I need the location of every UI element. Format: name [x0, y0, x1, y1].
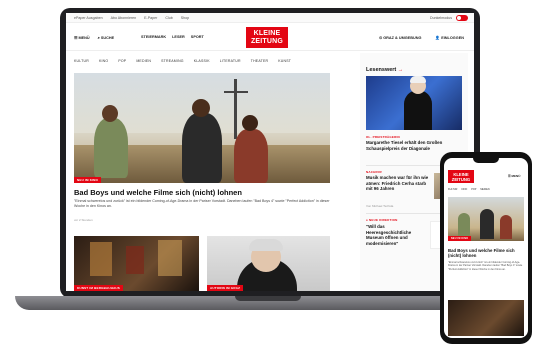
- nav-item-steiermark[interactable]: STEIERMARK: [141, 35, 166, 39]
- hero-tag: NEU IM KINO: [74, 177, 102, 183]
- hero-teaser: "Einmal schwerelos und zurück" ist ein b…: [74, 199, 330, 208]
- laptop-notch: [235, 296, 301, 301]
- hero-image-head: [192, 99, 210, 117]
- util-link[interactable]: E-Paper: [144, 16, 157, 20]
- card-image-painting: [126, 246, 144, 274]
- arrow-right-icon: →: [397, 67, 404, 73]
- sidebar-byline: Von Michael Tschida: [366, 204, 394, 208]
- phone-screen: KLEINE ZEITUNG ☰ MENÜ KULTUR KINO POP ME…: [444, 158, 528, 338]
- site-logo[interactable]: KLEINE ZEITUNG: [246, 27, 288, 48]
- card-image-painting: [90, 242, 112, 276]
- category-tab[interactable]: KINO: [99, 59, 108, 63]
- category-nav: KULTUR KINO POP MEDIEN STREAMING KLASSIK…: [74, 59, 291, 63]
- category-tab[interactable]: POP: [118, 59, 126, 63]
- hero-image-person: [500, 215, 512, 239]
- hero-timestamp: vor 2 Stunden: [74, 218, 93, 222]
- phone-hero-teaser: "Einmal schwerelos und zurück" ist ein b…: [448, 261, 523, 271]
- category-tab[interactable]: LITERATUR: [220, 59, 241, 63]
- phone-site-logo[interactable]: KLEINE ZEITUNG: [448, 170, 474, 183]
- hero-title[interactable]: Bad Boys und welche Filme sich (nicht) l…: [74, 188, 242, 197]
- hero-image-person: [182, 113, 222, 183]
- device-mockup: ePaper Ausgaben Abo Abonnieren E-Paper C…: [0, 0, 536, 345]
- nav-item-sport[interactable]: SPORT: [191, 35, 204, 39]
- hero-image[interactable]: NEU IM KINO: [74, 73, 330, 183]
- sidebar-kicker: NACHRUF: [366, 170, 383, 174]
- main-nav: ☰ MENÜ ⌕ SUCHE STEIERMARK LESER SPORT KL…: [66, 23, 474, 51]
- sidebar-kicker-label: NEUE DIREKTION: [369, 218, 398, 222]
- sidebar-image-hair: [410, 76, 426, 83]
- sidebar-article-title[interactable]: Margarethe Tiesel erhält den Großen Scha…: [366, 140, 462, 151]
- sidebar-article-title[interactable]: "Will das Heeresgeschichtliche Museum öf…: [366, 224, 426, 246]
- card-tag: KUNST IM BERGBAUHAUS: [74, 285, 123, 291]
- util-link[interactable]: Club: [165, 16, 172, 20]
- nav-item-leser[interactable]: LESER: [172, 35, 185, 39]
- phone-hero-title[interactable]: Bad Boys und welche Filme sich (nicht) l…: [448, 248, 524, 258]
- sidebar-kicker: OL. PREISTRÄGERIN: [366, 135, 400, 139]
- category-tab[interactable]: KUNST: [278, 59, 291, 63]
- category-tab[interactable]: STREAMING: [161, 59, 184, 63]
- dark-mode-label: Dunkelmodus: [430, 16, 452, 20]
- phone-notch: [473, 158, 499, 163]
- category-tab[interactable]: KULTUR: [448, 188, 457, 191]
- category-tab[interactable]: MEDIEN: [136, 59, 151, 63]
- card-tag: AUTORIN IM GRAZ: [207, 285, 244, 291]
- category-tab[interactable]: KULTUR: [74, 59, 89, 63]
- search-label: SUCHE: [100, 35, 115, 40]
- hero-image-person: [234, 129, 268, 183]
- category-tab[interactable]: MEDIEN: [480, 188, 489, 191]
- hero-image-head: [102, 105, 118, 122]
- util-link[interactable]: Abo Abonnieren: [111, 16, 137, 20]
- search-button[interactable]: ⌕ SUCHE: [98, 36, 114, 40]
- sidebar-kicker: ● NEUE DIREKTION: [366, 218, 398, 222]
- login-button[interactable]: 👤 EINLOGGEN: [435, 35, 464, 40]
- sidebar-heading: Lesenswert →: [366, 67, 403, 73]
- sidebar-heading-label: Lesenswert: [366, 67, 397, 73]
- logo-line-1: KLEINE: [253, 29, 281, 37]
- card-image-painting: [158, 240, 182, 276]
- hero-image-pole: [234, 79, 237, 139]
- sidebar-image[interactable]: [366, 76, 462, 130]
- card-image-hair: [249, 239, 283, 251]
- logo-line-2: ZEITUNG: [451, 176, 471, 182]
- logo-line-2: ZEITUNG: [250, 37, 284, 45]
- phone-category-nav: KULTUR KINO POP MEDIEN: [448, 188, 490, 191]
- phone-hero-image[interactable]: NEU IM KINO: [448, 197, 524, 241]
- category-tab[interactable]: THEATER: [251, 59, 268, 63]
- article-card-image[interactable]: AUTORIN IM GRAZ: [207, 236, 330, 291]
- login-label: EINLOGGEN: [441, 36, 464, 40]
- user-icon: 👤: [435, 36, 441, 40]
- sidebar-article-title[interactable]: Musik machen war für ihn wie atmen: Frie…: [366, 175, 430, 192]
- sidebar-image-person: [404, 90, 432, 130]
- hero-image-pole: [224, 91, 248, 93]
- laptop-screen: ePaper Ausgaben Abo Abonnieren E-Paper C…: [66, 13, 474, 291]
- utility-bar: ePaper Ausgaben Abo Abonnieren E-Paper C…: [66, 13, 474, 23]
- menu-label: MENÜ: [78, 36, 90, 40]
- phone-menu-button[interactable]: ☰ MENÜ: [508, 174, 520, 178]
- util-link[interactable]: ePaper Ausgaben: [74, 16, 103, 20]
- hero-image-person: [94, 118, 128, 178]
- phone-article-image[interactable]: [448, 300, 524, 336]
- category-tab[interactable]: POP: [471, 188, 476, 191]
- article-card-image[interactable]: KUNST IM BERGBAUHAUS: [74, 236, 199, 291]
- util-link[interactable]: Shop: [181, 16, 189, 20]
- menu-button[interactable]: ☰ MENÜ: [74, 35, 90, 40]
- phone-hero-tag: NEU IM KINO: [448, 236, 472, 241]
- hero-image-head: [242, 115, 258, 131]
- menu-label: MENÜ: [511, 174, 521, 178]
- region-label: GRAZ & UMGEBUNG: [383, 36, 422, 40]
- region-selector[interactable]: ⊙ GRAZ & UMGEBUNG: [379, 35, 421, 40]
- hero-image-person: [480, 209, 494, 239]
- category-tab[interactable]: KINO: [461, 188, 467, 191]
- dark-mode-toggle[interactable]: [456, 15, 468, 21]
- category-tab[interactable]: KLASSIK: [194, 59, 210, 63]
